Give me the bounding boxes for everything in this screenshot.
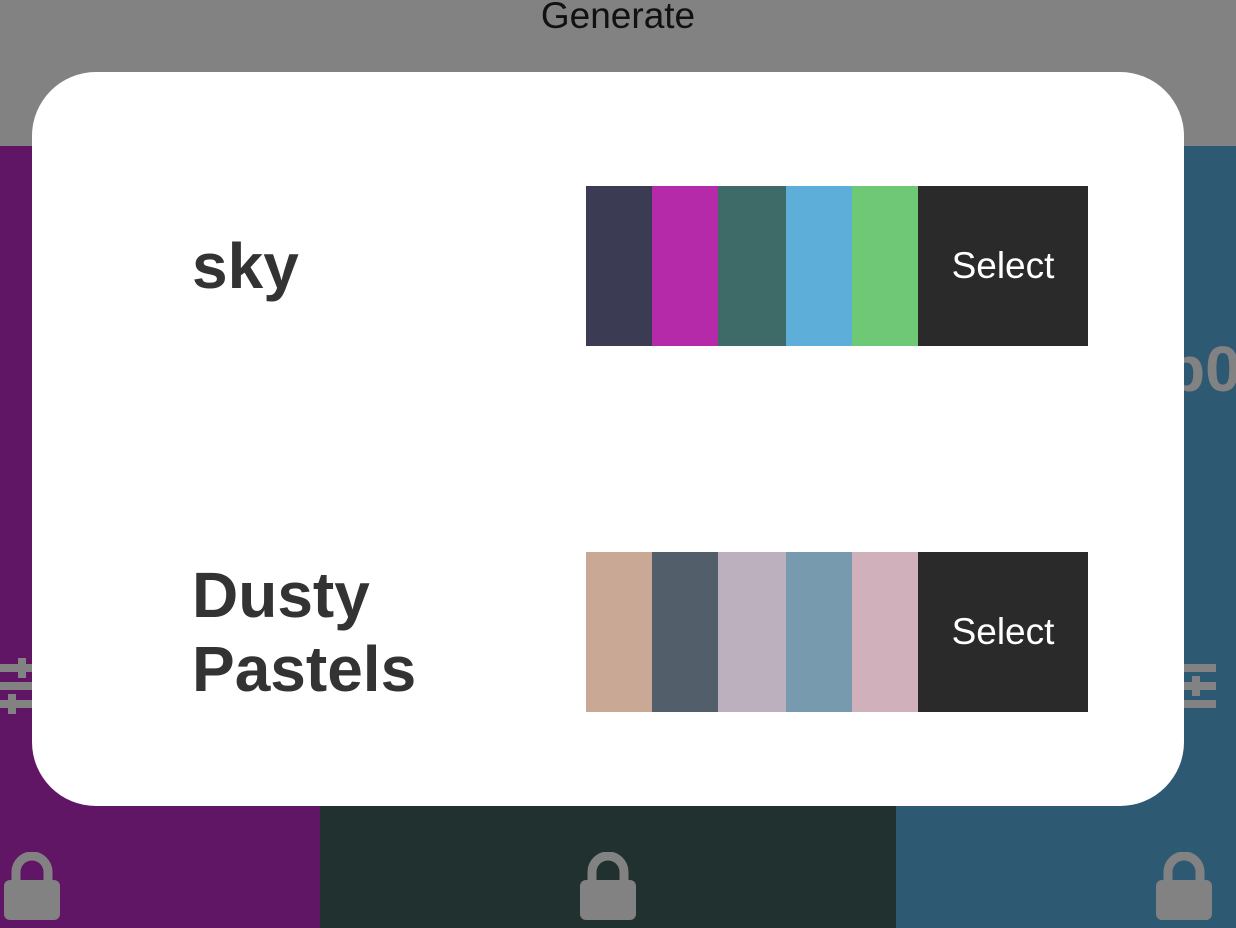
- color-swatch: [718, 186, 786, 346]
- color-swatch: [786, 186, 852, 346]
- color-swatch: [586, 186, 652, 346]
- color-swatch: [586, 552, 652, 712]
- color-swatch: [652, 552, 718, 712]
- palette-row-dusty-pastels: Dusty Pastels Select: [32, 552, 1184, 712]
- palette-row-sky: sky Select: [32, 186, 1184, 346]
- palette-swatches: Select: [586, 186, 1088, 346]
- palette-name: Dusty Pastels: [192, 559, 417, 705]
- app-root: Generate 51 b0: [0, 0, 1236, 928]
- palette-picker-modal: sky Select Dusty Pastels Select: [32, 72, 1184, 806]
- color-swatch: [852, 552, 918, 712]
- color-swatch: [718, 552, 786, 712]
- select-palette-button[interactable]: Select: [918, 186, 1088, 346]
- color-swatch: [786, 552, 852, 712]
- select-palette-button[interactable]: Select: [918, 552, 1088, 712]
- palette-swatches: Select: [586, 552, 1088, 712]
- palette-name: sky: [192, 230, 299, 302]
- color-swatch: [852, 186, 918, 346]
- color-swatch: [652, 186, 718, 346]
